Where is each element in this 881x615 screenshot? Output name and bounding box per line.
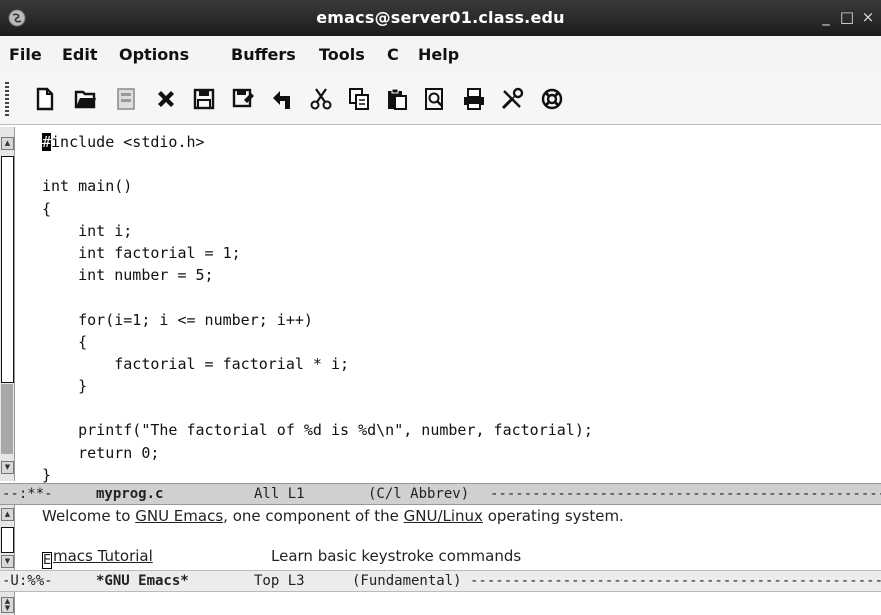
- toolbar-grip[interactable]: [5, 82, 9, 116]
- save-icon[interactable]: [192, 87, 216, 111]
- scroll-down-arrow[interactable]: ▼: [1, 461, 14, 474]
- tutorial-description: Learn basic keystroke commands: [271, 547, 522, 565]
- close-window-button[interactable]: ×: [860, 8, 876, 26]
- undo-icon[interactable]: [270, 87, 294, 111]
- menu-help[interactable]: Help: [418, 45, 459, 64]
- code-line: factorial = factorial * i;: [42, 354, 350, 373]
- help-icon[interactable]: [540, 87, 564, 111]
- minimize-button[interactable]: _: [818, 8, 834, 26]
- menubar: File Edit Options Buffers Tools C Help: [0, 36, 881, 75]
- scrollbar-track: [1, 384, 13, 454]
- menu-options[interactable]: Options: [119, 45, 189, 64]
- menu-edit[interactable]: Edit: [62, 45, 98, 64]
- scroll-up-arrow[interactable]: ▲: [1, 137, 14, 150]
- modeline-fill: ----------------------------------------…: [490, 486, 881, 502]
- mode-line-active[interactable]: --:**- myprog.c All L1 (C/l Abbrev) ----…: [0, 483, 881, 505]
- modeline-mode[interactable]: (Fundamental): [352, 571, 462, 591]
- scrollbar-thumb[interactable]: [1, 156, 14, 383]
- splash-scroll-down-arrow[interactable]: ▼: [1, 555, 14, 568]
- gnu-linux-link[interactable]: GNU/Linux: [404, 507, 483, 525]
- code-line: int factorial = 1;: [42, 243, 241, 262]
- code-line: {: [42, 199, 52, 218]
- code-line: int number = 5;: [42, 266, 214, 285]
- close-buffer-icon[interactable]: [154, 87, 178, 111]
- dired-icon[interactable]: [114, 87, 138, 111]
- open-folder-icon[interactable]: [74, 87, 98, 111]
- code-line: int main(): [42, 177, 133, 196]
- minibuffer[interactable]: [15, 592, 881, 615]
- window-title: emacs@server01.class.edu: [316, 8, 565, 27]
- modeline-status: --:**-: [2, 486, 53, 502]
- modeline-buffer-name[interactable]: *GNU Emacs*: [96, 571, 189, 591]
- gnu-emacs-link[interactable]: GNU Emacs: [135, 507, 223, 525]
- save-as-icon[interactable]: [231, 87, 255, 111]
- new-file-icon[interactable]: [33, 87, 57, 111]
- modeline-mode[interactable]: (C/l Abbrev): [368, 484, 469, 504]
- editor-scrollbar[interactable]: ▲ ▼: [0, 127, 15, 481]
- menu-c[interactable]: C: [387, 45, 399, 64]
- splash-scroll-up-arrow[interactable]: ▲: [1, 508, 14, 521]
- minibuffer-scrollbar[interactable]: ▲ ▼: [0, 592, 15, 615]
- code-editor[interactable]: #include <stdio.h> int main() { int i; i…: [42, 131, 593, 486]
- menu-file[interactable]: File: [9, 45, 42, 64]
- text-cursor: #: [42, 133, 52, 151]
- window-titlebar: emacs@server01.class.edu _ □ ×: [0, 0, 881, 36]
- splash-scrollbar[interactable]: ▲ ▼: [0, 505, 15, 570]
- menu-tools[interactable]: Tools: [319, 45, 365, 64]
- code-line: printf("The factorial of %d is %d\n", nu…: [42, 421, 593, 440]
- search-icon[interactable]: [423, 87, 447, 111]
- minibuffer-scroll-arrows[interactable]: ▲ ▼: [1, 597, 14, 613]
- toolbar: [0, 74, 881, 125]
- splash-scrollbar-thumb[interactable]: [1, 527, 14, 553]
- code-line: #include <stdio.h>: [42, 133, 205, 151]
- preferences-icon[interactable]: [500, 87, 524, 111]
- paste-icon[interactable]: [385, 87, 409, 111]
- splash-cursor: E: [42, 552, 52, 569]
- copy-icon[interactable]: [347, 87, 371, 111]
- maximize-button[interactable]: □: [839, 8, 855, 26]
- modeline-position: All L1: [254, 486, 305, 502]
- code-line: for(i=1; i <= number; i++): [42, 310, 313, 329]
- code-line: int i;: [42, 221, 133, 240]
- modeline-fill: ----------------------------------------…: [470, 573, 881, 589]
- code-line: return 0;: [42, 443, 160, 462]
- code-line: {: [42, 332, 88, 351]
- mode-line-inactive[interactable]: -U:%%- *GNU Emacs* Top L3 (Fundamental) …: [0, 570, 881, 592]
- modeline-buffer-name[interactable]: myprog.c: [96, 484, 163, 504]
- modeline-status: -U:%%-: [2, 573, 53, 589]
- cut-icon[interactable]: [309, 87, 333, 111]
- code-line: }: [42, 377, 88, 396]
- print-icon[interactable]: [462, 87, 486, 111]
- welcome-line: Welcome to GNU Emacs, one component of t…: [42, 507, 624, 525]
- menu-buffers[interactable]: Buffers: [231, 45, 296, 64]
- modeline-position: Top L3: [254, 573, 305, 589]
- emacs-tutorial-link[interactable]: Emacs Tutorial: [42, 547, 153, 569]
